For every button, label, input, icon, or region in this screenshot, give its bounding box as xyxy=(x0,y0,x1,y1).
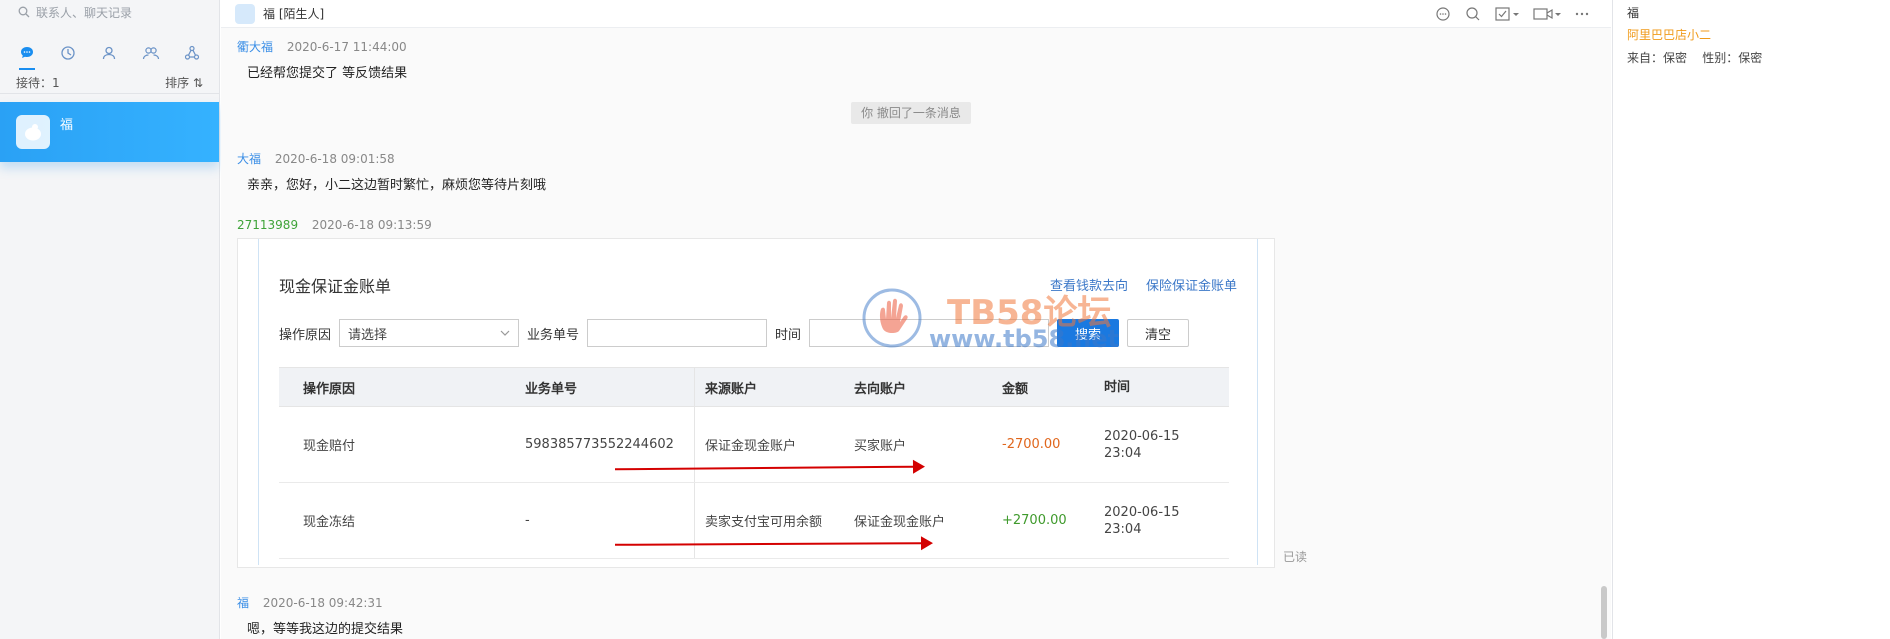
table-row: 现金赔付 598385773552244602 保证金现金账户 买家账户 -27… xyxy=(279,407,1229,483)
customer-shop[interactable]: 阿里巴巴店小二 xyxy=(1627,26,1890,43)
message-sender[interactable]: 衢大福 xyxy=(237,40,273,54)
quick-reply-icon[interactable] xyxy=(1435,6,1451,22)
reception-count: 接待：1 xyxy=(16,76,60,90)
network-icon[interactable] xyxy=(180,41,204,65)
message-time: 2020-6-18 09:13:59 xyxy=(311,218,432,232)
message-text: 亲亲，您好，小二这边暂时繁忙，麻烦您等待片刻哦 xyxy=(247,178,547,193)
sort-button[interactable]: 排序 ⇅ xyxy=(165,74,203,91)
watermark-url: www.tb58.net xyxy=(929,325,1120,353)
transfer-icon[interactable] xyxy=(1465,6,1481,22)
hand-logo-icon xyxy=(862,288,922,348)
task-icon[interactable] xyxy=(1495,6,1519,22)
contact-icon[interactable] xyxy=(97,41,121,65)
message-text: 已经帮您提交了 等反馈结果 xyxy=(247,66,408,81)
cell-order: - xyxy=(525,513,530,528)
cell-time: 2020-06-15 23:04 xyxy=(1094,504,1214,538)
conversation-name: 福 xyxy=(60,117,74,133)
message-sender[interactable]: 27113989 xyxy=(237,218,298,232)
chat-title: 福 [陌生人] xyxy=(263,7,325,21)
cell-reason: 现金赔付 xyxy=(303,439,356,454)
message-header: 衢大福 2020-6-17 11:44:00 xyxy=(237,38,407,55)
col-time: 时间 xyxy=(1104,379,1131,395)
chat-scrollbar[interactable] xyxy=(1601,586,1607,639)
customer-info-panel: 福 阿里巴巴店小二 来自：保密 性别：保密 xyxy=(1612,0,1890,639)
chat-icon[interactable] xyxy=(15,41,39,70)
time-label: 时间 xyxy=(775,327,802,343)
chevron-down-icon xyxy=(500,330,510,336)
col-amount: 金额 xyxy=(1002,381,1029,397)
reception-bar: 接待：1 排序 ⇅ xyxy=(0,72,219,94)
recall-notice: 你 撤回了一条消息 xyxy=(851,102,971,124)
message-time: 2020-6-18 09:42:31 xyxy=(262,596,383,610)
order-label: 业务单号 xyxy=(527,327,580,343)
col-order: 业务单号 xyxy=(525,381,578,397)
reason-select[interactable]: 请选择 xyxy=(339,319,520,347)
cell-order: 598385773552244602 xyxy=(525,437,674,452)
history-icon[interactable] xyxy=(56,41,80,65)
cell-date: 2020-06-15 xyxy=(1104,504,1180,520)
more-icon[interactable] xyxy=(1575,6,1589,22)
message-time: 2020-6-17 11:44:00 xyxy=(286,40,407,54)
bill-title: 现金保证金账单 xyxy=(279,277,392,296)
chat-toolbar xyxy=(1435,6,1589,22)
chat-header: 福 [陌生人] xyxy=(221,0,1611,28)
cell-from: 保证金现金账户 xyxy=(694,407,844,482)
cell-time: 2020-06-15 23:04 xyxy=(1094,428,1214,462)
reason-value: 请选择 xyxy=(348,327,388,343)
col-from: 来源账户 xyxy=(694,367,844,407)
message-header: 福 2020-6-18 09:42:31 xyxy=(237,594,383,611)
cell-clock: 23:04 xyxy=(1104,445,1142,461)
cell-reason: 现金冻结 xyxy=(303,515,356,530)
sidebar-tabs xyxy=(0,34,219,72)
message-header: 27113989 2020-6-18 09:13:59 xyxy=(237,218,432,232)
insurance-bill-link[interactable]: 保险保证金账单 xyxy=(1146,275,1237,294)
read-status: 已读 xyxy=(1283,550,1308,564)
cell-to: 保证金现金账户 xyxy=(854,515,946,530)
search-icon xyxy=(18,6,30,18)
message-time: 2020-6-18 09:01:58 xyxy=(274,152,395,166)
left-sidebar: 联系人、聊天记录 接待：1 排序 ⇅ 福 xyxy=(0,0,220,639)
table-header: 操作原因 业务单号 来源账户 去向账户 金额 时间 xyxy=(279,367,1229,407)
col-to: 去向账户 xyxy=(854,381,907,397)
col-reason: 操作原因 xyxy=(303,381,356,397)
avatar xyxy=(235,3,255,24)
image-message[interactable]: 现金保证金账单 查看钱款去向 保险保证金账单 操作原因 请选择 业务单号 时间 … xyxy=(237,238,1275,568)
bill-table: 操作原因 业务单号 来源账户 去向账户 金额 时间 现金赔付 598385773… xyxy=(279,367,1229,559)
cell-amount: +2700.00 xyxy=(1002,513,1067,528)
customer-info: 来自：保密 性别：保密 xyxy=(1627,51,1763,65)
order-input[interactable] xyxy=(587,319,768,347)
bill-screenshot: 现金保证金账单 查看钱款去向 保险保证金账单 操作原因 请选择 业务单号 时间 … xyxy=(258,239,1258,565)
group-icon[interactable] xyxy=(139,41,163,65)
reason-label: 操作原因 xyxy=(279,327,332,343)
message-header: 大福 2020-6-18 09:01:58 xyxy=(237,150,395,167)
cell-clock: 23:04 xyxy=(1104,521,1142,537)
contact-search[interactable]: 联系人、聊天记录 xyxy=(0,0,219,24)
conversation-item-active[interactable]: 福 xyxy=(0,102,219,162)
cell-to: 买家账户 xyxy=(854,439,907,454)
video-icon[interactable] xyxy=(1533,6,1561,22)
cell-date: 2020-06-15 xyxy=(1104,428,1180,444)
message-text: 嗯，等等我这边的提交结果 xyxy=(247,622,404,637)
message-sender[interactable]: 福 xyxy=(237,596,249,610)
chat-panel: 福 [陌生人] 衢大福 2020-6-17 11:44:00 已经帮您提交了 等… xyxy=(221,0,1611,639)
cell-amount: -2700.00 xyxy=(1002,437,1061,452)
avatar xyxy=(16,115,50,149)
table-row: 现金冻结 - 卖家支付宝可用余额 保证金现金账户 +2700.00 2020-0… xyxy=(279,483,1229,559)
cell-from: 卖家支付宝可用余额 xyxy=(694,483,844,558)
customer-name: 福 xyxy=(1627,6,1640,20)
watermark: TB58论坛 www.tb58.net xyxy=(859,285,1149,355)
search-placeholder: 联系人、聊天记录 xyxy=(36,5,133,20)
message-sender[interactable]: 大福 xyxy=(237,152,261,166)
